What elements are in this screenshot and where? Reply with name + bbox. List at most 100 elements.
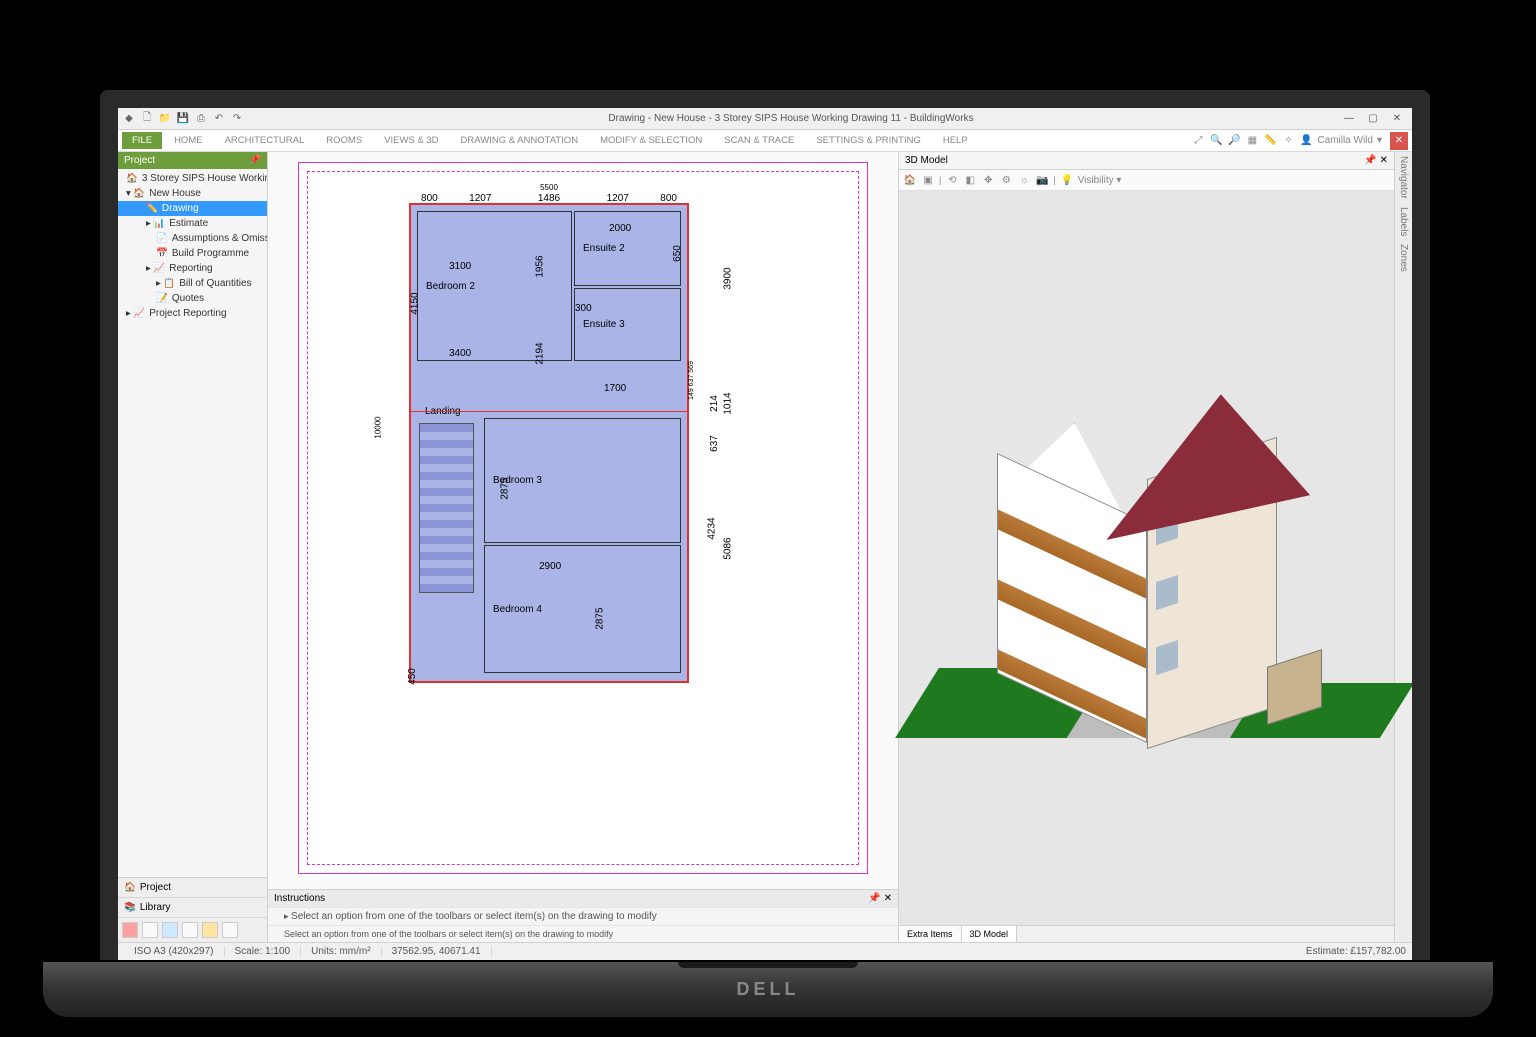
tab-3d-model[interactable]: 3D Model — [962, 926, 1018, 942]
ribbon-tab-settings-printing[interactable]: SETTINGS & PRINTING — [806, 132, 931, 149]
minimize-button[interactable]: — — [1338, 113, 1360, 124]
undo-icon[interactable]: ↶ — [212, 112, 226, 126]
app-icon: ◆ — [122, 112, 136, 126]
room-bedroom2[interactable]: Bedroom 2 — [417, 211, 572, 361]
dim-214: 214 — [709, 395, 720, 412]
ribbon-tab-home[interactable]: HOME — [164, 132, 213, 149]
room-bedroom4[interactable]: Bedroom 4 — [484, 545, 681, 673]
zoom-in-icon[interactable]: 🔍 — [1209, 135, 1223, 146]
zoom-fit-icon[interactable]: ⤢ — [1191, 135, 1205, 146]
room-bedroom3[interactable]: Bedroom 3 — [484, 418, 681, 543]
walk-icon[interactable]: ⚙ — [999, 173, 1013, 187]
ribbon-tab-rooms[interactable]: ROOMS — [316, 132, 372, 149]
tree-item-build-programme[interactable]: 📅 Build Programme — [118, 246, 267, 261]
status-units: Units: mm/m² — [301, 946, 381, 957]
panel-3d-pin-icon[interactable]: 📌 — [1364, 155, 1376, 166]
new-icon[interactable]: 🗋 — [140, 112, 154, 126]
dim-total-width: 5500 — [409, 183, 689, 192]
room-ensuite3[interactable]: Ensuite 3 — [574, 288, 681, 361]
instructions-title: Instructions — [274, 893, 325, 904]
view-front-icon[interactable]: ▣ — [921, 173, 935, 187]
tree-item-new-house[interactable]: ▾ 🏠 New House — [118, 186, 267, 201]
ribbon-tab-scan-trace[interactable]: SCAN & TRACE — [714, 132, 804, 149]
tree-item-quotes[interactable]: 📝 Quotes — [118, 291, 267, 306]
bulb-icon[interactable]: 💡 — [1060, 173, 1074, 187]
visibility-dropdown[interactable]: Visibility ▾ — [1078, 175, 1122, 186]
sidebar-tab-project[interactable]: 🏠 Project — [118, 878, 267, 898]
dim-637: 637 — [709, 435, 720, 452]
drawing-canvas[interactable]: 5500 800 1207 1486 1207 800 10000 Bedroo… — [268, 152, 898, 889]
window-title: Drawing - New House - 3 Storey SIPS Hous… — [244, 113, 1338, 124]
tool-dim-icon[interactable] — [182, 922, 198, 938]
user-name[interactable]: Camilla Wild — [1317, 135, 1373, 146]
instructions-panel: Instructions 📌 ✕ ▸ Select an option from… — [268, 889, 898, 942]
open-icon[interactable]: 📁 — [158, 112, 172, 126]
dim-149-637-569: 149 637 569 — [688, 361, 695, 400]
instructions-pin-icon[interactable]: 📌 — [868, 893, 880, 904]
grid-icon[interactable]: ▦ — [1245, 135, 1259, 146]
tool-select-icon[interactable] — [142, 922, 158, 938]
tool-more-icon[interactable] — [222, 922, 238, 938]
sidebar-tab-library[interactable]: 📚 Library — [118, 898, 267, 918]
ribbon-tab-drawing-annotation[interactable]: DRAWING & ANNOTATION — [451, 132, 589, 149]
ribbon-tab-views3d[interactable]: VIEWS & 3D — [374, 132, 448, 149]
zoom-out-icon[interactable]: 🔎 — [1227, 135, 1241, 146]
tree-item-boq[interactable]: ▸ 📋 Bill of Quantities — [118, 276, 267, 291]
panel-3d-close-icon[interactable]: ✕ — [1380, 155, 1388, 166]
close-button[interactable]: ✕ — [1390, 132, 1408, 150]
tree-item-root[interactable]: 🏠 3 Storey SIPS House Working — [118, 171, 267, 186]
ribbon: FILE HOME ARCHITECTURAL ROOMS VIEWS & 3D… — [118, 130, 1412, 152]
stairs[interactable] — [419, 423, 474, 593]
dim-2900: 2900 — [539, 561, 561, 572]
tree-item-project-reporting[interactable]: ▸ 📈 Project Reporting — [118, 306, 267, 321]
ribbon-tab-modify-selection[interactable]: MODIFY & SELECTION — [590, 132, 712, 149]
save-icon[interactable]: 💾 — [176, 112, 190, 126]
rail-navigator[interactable]: Navigator — [1398, 156, 1409, 199]
tree-item-drawing[interactable]: ✏️ Drawing — [118, 201, 267, 216]
dim-2194: 2194 — [535, 342, 546, 364]
project-tree[interactable]: 🏠 3 Storey SIPS House Working ▾ 🏠 New Ho… — [118, 169, 267, 877]
rail-labels[interactable]: Labels — [1398, 207, 1409, 236]
paper-sheet: 5500 800 1207 1486 1207 800 10000 Bedroo… — [298, 162, 868, 874]
tool-layer-icon[interactable] — [162, 922, 178, 938]
snap-icon[interactable]: ✧ — [1281, 135, 1295, 146]
user-dropdown-icon[interactable]: ▾ — [1377, 135, 1382, 146]
status-scale: Scale: 1:100 — [225, 946, 302, 957]
measure-icon[interactable]: 📏 — [1263, 135, 1277, 146]
sidebar-tool-row — [118, 918, 267, 942]
ribbon-tab-file[interactable]: FILE — [122, 132, 162, 149]
rail-zones[interactable]: Zones — [1398, 244, 1409, 272]
camera-icon[interactable]: 📷 — [1035, 173, 1049, 187]
titlebar: ◆ 🗋 📁 💾 ⎙ ↶ ↷ Drawing - New House - 3 St… — [118, 108, 1412, 130]
panel-3d-toolbar: 🏠 ▣ | ⟲ ◧ ✥ ⚙ ☼ 📷 | 💡 Visibility ▾ — [899, 170, 1394, 191]
pan-icon[interactable]: ✥ — [981, 173, 995, 187]
ribbon-tab-help[interactable]: HELP — [933, 132, 978, 149]
sun-icon[interactable]: ☼ — [1017, 173, 1031, 187]
tool-pencil-icon[interactable] — [122, 922, 138, 938]
dim-1700: 1700 — [604, 383, 626, 394]
home-icon[interactable]: 🏠 — [903, 173, 917, 187]
tree-item-estimate[interactable]: ▸ 📊 Estimate — [118, 216, 267, 231]
dim-3100: 3100 — [449, 261, 471, 272]
panel-3d: 3D Model 📌 ✕ 🏠 ▣ | ⟲ ◧ ✥ ⚙ ☼ 📷 | 💡 Visib… — [899, 152, 1394, 942]
cube-icon[interactable]: ◧ — [963, 173, 977, 187]
project-sidebar: Project 📌 🏠 3 Storey SIPS House Working … — [118, 152, 268, 942]
instruction-line-1: ▸ Select an option from one of the toolb… — [268, 907, 898, 925]
maximize-button[interactable]: ▢ — [1362, 113, 1384, 124]
tool-fill-icon[interactable] — [202, 922, 218, 938]
instructions-close-icon[interactable]: ✕ — [884, 893, 892, 904]
close-window-button[interactable]: ✕ — [1386, 113, 1408, 124]
print-icon[interactable]: ⎙ — [194, 112, 208, 126]
ribbon-tab-architectural[interactable]: ARCHITECTURAL — [215, 132, 315, 149]
viewport-3d[interactable] — [899, 191, 1394, 925]
dim-total-height: 10000 — [374, 416, 383, 438]
orbit-icon[interactable]: ⟲ — [945, 173, 959, 187]
tab-extra-items[interactable]: Extra Items — [899, 926, 962, 942]
project-sidebar-title: Project — [124, 155, 155, 166]
tree-item-reporting[interactable]: ▸ 📈 Reporting — [118, 261, 267, 276]
instruction-line-2: Select an option from one of the toolbar… — [268, 925, 898, 942]
sidebar-pin-icon[interactable]: 📌 — [249, 155, 261, 166]
tree-item-assumptions[interactable]: 📄 Assumptions & Omissions — [118, 231, 267, 246]
user-icon: 👤 — [1299, 135, 1313, 146]
redo-icon[interactable]: ↷ — [230, 112, 244, 126]
